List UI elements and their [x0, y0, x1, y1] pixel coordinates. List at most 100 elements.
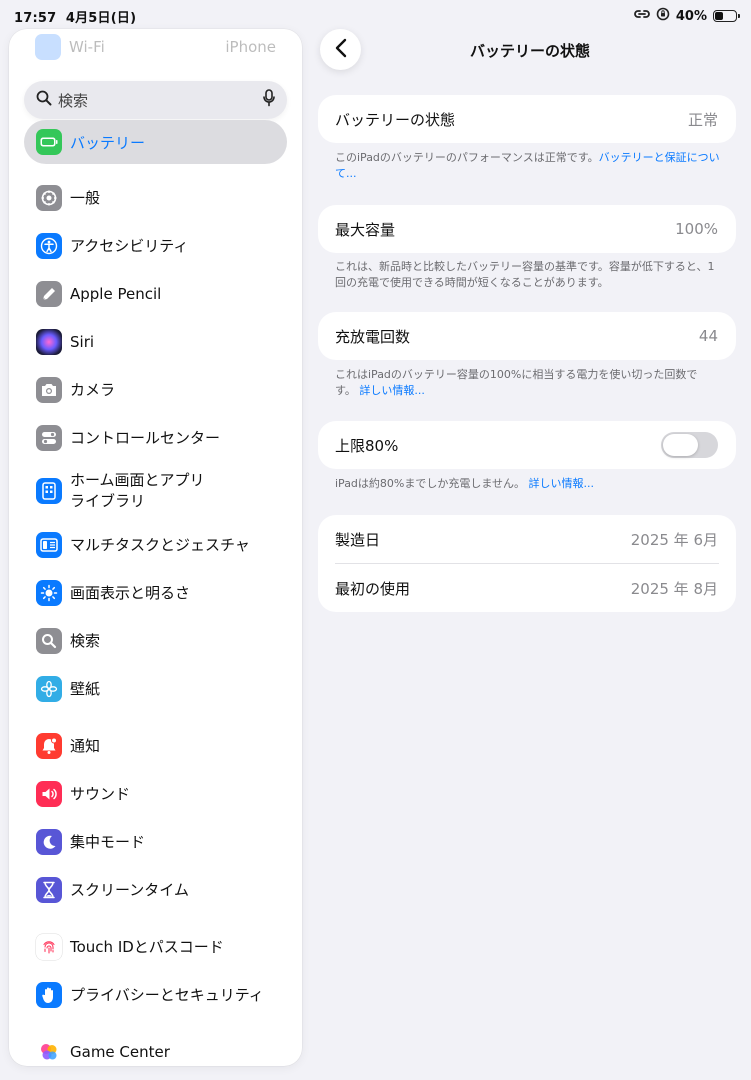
sidebar-item-label: アクセシビリティ [70, 236, 189, 255]
battery-icon [36, 129, 62, 155]
sidebar-item-multitasking[interactable]: マルチタスクとジェスチャ [36, 530, 250, 560]
hourglass-icon [36, 877, 62, 903]
sidebar-item-siri[interactable]: Siri [36, 327, 94, 357]
sidebar-item-game-center[interactable]: Game Center [36, 1037, 170, 1066]
sidebar-item-focus[interactable]: 集中モード [36, 827, 145, 857]
status-date: 4月5日(日) [65, 11, 137, 26]
accessibility-icon [36, 233, 62, 259]
sidebar-item-label: Touch IDとパスコード [70, 937, 224, 956]
battery-fill [715, 12, 723, 20]
search-placeholder: 検索 [58, 91, 89, 110]
sidebar-item-label: バッテリー [70, 133, 146, 152]
cycle-count-row: 充放電回数 44 [335, 312, 718, 360]
status-clock: 17:57 [14, 11, 57, 26]
sidebar-item-label: Game Center [70, 1042, 170, 1061]
sidebar-item-wifi[interactable]: Wi-Fi iPhone [35, 34, 276, 60]
camera-icon [36, 377, 62, 403]
sidebar-item-label: コントロールセンター [70, 428, 221, 447]
sidebar-item-privacy[interactable]: プライバシーとセキュリティ [36, 980, 264, 1010]
row-value: 2025 年 6月 [630, 530, 718, 549]
max-capacity-row: 最大容量 100% [335, 205, 718, 253]
sidebar-item-label: Siri [70, 332, 95, 351]
sidebar-item-apple-pencil[interactable]: Apple Pencil [36, 279, 161, 309]
row-value: 100% [675, 220, 718, 238]
page-title: バッテリーの状態 [469, 42, 590, 60]
sidebar-item-label: サウンド [70, 784, 131, 803]
status-right: 40% [634, 7, 740, 25]
sidebar-item-control-center[interactable]: コントロールセンター [36, 423, 220, 453]
game-center-icon [36, 1039, 62, 1065]
sidebar-item-screen-time[interactable]: スクリーンタイム [36, 875, 189, 905]
pencil-icon [36, 281, 62, 307]
note-text: このiPadのバッテリーのパフォーマンスは正常です。 [335, 151, 599, 164]
max-capacity-note: これは、新品時と比較したバッテリー容量の基準です。容量が低下すると、1回の充電で… [335, 259, 725, 291]
manufacture-date-row: 製造日 2025 年 6月 [335, 515, 718, 563]
sidebar-item-wallpaper[interactable]: 壁紙 [36, 674, 100, 704]
sidebar-item-accessibility[interactable]: アクセシビリティ [36, 231, 188, 261]
sidebar-item-value: iPhone [225, 38, 276, 56]
battery-state-note: このiPadのバッテリーのパフォーマンスは正常です。バッテリーと保証について..… [335, 150, 725, 182]
cycle-count-card: 充放電回数 44 [318, 312, 736, 360]
search-icon [36, 90, 52, 110]
siri-icon [36, 329, 62, 355]
note-text: これは、新品時と比較したバッテリー容量の基準です。容量が低下すると、1回の充電で… [335, 260, 715, 289]
wallpaper-icon [36, 676, 62, 702]
status-bar: 17:57 4月5日(日) 40% [0, 0, 751, 30]
microphone-icon[interactable] [263, 89, 275, 111]
sidebar-item-label: Apple Pencil [70, 284, 162, 303]
charge-limit-toggle[interactable] [661, 432, 718, 458]
battery-percent: 40% [675, 8, 707, 24]
sidebar-item-battery[interactable]: バッテリー [24, 120, 287, 164]
cycle-more-info-link[interactable]: 詳しい情報... [359, 384, 425, 397]
fingerprint-icon [36, 934, 62, 960]
row-label: 充放電回数 [335, 327, 411, 346]
sidebar-item-label: 画面表示と明るさ [70, 583, 191, 602]
sidebar-item-label: 一般 [70, 188, 101, 207]
sidebar-item-camera[interactable]: カメラ [36, 375, 115, 405]
multitasking-icon [36, 532, 62, 558]
control-center-icon [36, 425, 62, 451]
sidebar-item-notifications[interactable]: 通知 [36, 731, 100, 761]
hand-icon [36, 982, 62, 1008]
sidebar-item-display[interactable]: 画面表示と明るさ [36, 578, 190, 608]
sidebar-item-label: 検索 [70, 631, 101, 650]
sidebar-item-label: スクリーンタイム [70, 880, 189, 899]
sidebar-item-label: プライバシーとセキュリティ [70, 985, 264, 1004]
rotation-lock-icon [656, 7, 670, 25]
charge-limit-row: 上限80% [335, 421, 718, 469]
sidebar-item-label: Wi-Fi [69, 38, 105, 56]
limit-more-info-link[interactable]: 詳しい情報... [529, 477, 595, 490]
sidebar-item-label: 集中モード [70, 832, 146, 851]
sidebar-item-search[interactable]: 検索 [36, 626, 100, 656]
search-field[interactable]: 検索 [24, 81, 287, 119]
gear-icon [36, 185, 62, 211]
sidebar-item-label: 壁紙 [70, 679, 101, 698]
row-label: バッテリーの状態 [335, 110, 456, 129]
brightness-icon [36, 580, 62, 606]
sound-icon [36, 781, 62, 807]
battery-dates-card: 製造日 2025 年 6月 最初の使用 2025 年 8月 [318, 515, 736, 612]
row-value: 44 [698, 327, 718, 345]
sidebar-item-sound[interactable]: サウンド [36, 779, 130, 809]
row-label: 製造日 [335, 530, 381, 549]
sidebar-item-label: 通知 [70, 736, 101, 755]
toggle-knob [663, 434, 698, 456]
sidebar-item-general[interactable]: 一般 [36, 183, 100, 213]
wifi-icon [35, 34, 61, 60]
link-icon [634, 8, 650, 24]
note-text: iPadは約80%までしか充電しません。 [335, 477, 526, 490]
sidebar-item-label: ホーム画面とアプリ ライブラリ [70, 471, 205, 510]
row-value: 2025 年 8月 [630, 579, 718, 598]
sidebar-item-label: カメラ [70, 380, 116, 399]
battery-state-card: バッテリーの状態 正常 [318, 95, 736, 143]
sidebar-item-label: マルチタスクとジェスチャ [70, 535, 250, 554]
row-label: 上限80% [335, 436, 399, 455]
row-label: 最大容量 [335, 220, 396, 239]
search-icon [36, 628, 62, 654]
sidebar-item-touch-id[interactable]: Touch IDとパスコード [36, 932, 224, 962]
cycle-count-note: これはiPadのバッテリー容量の100%に相当する電力を使い切った回数です。 詳… [335, 367, 725, 399]
first-use-row: 最初の使用 2025 年 8月 [335, 564, 718, 612]
notification-icon [36, 733, 62, 759]
sidebar-item-home-screen[interactable]: ホーム画面とアプリ ライブラリ [36, 469, 205, 513]
row-label: 最初の使用 [335, 579, 411, 598]
